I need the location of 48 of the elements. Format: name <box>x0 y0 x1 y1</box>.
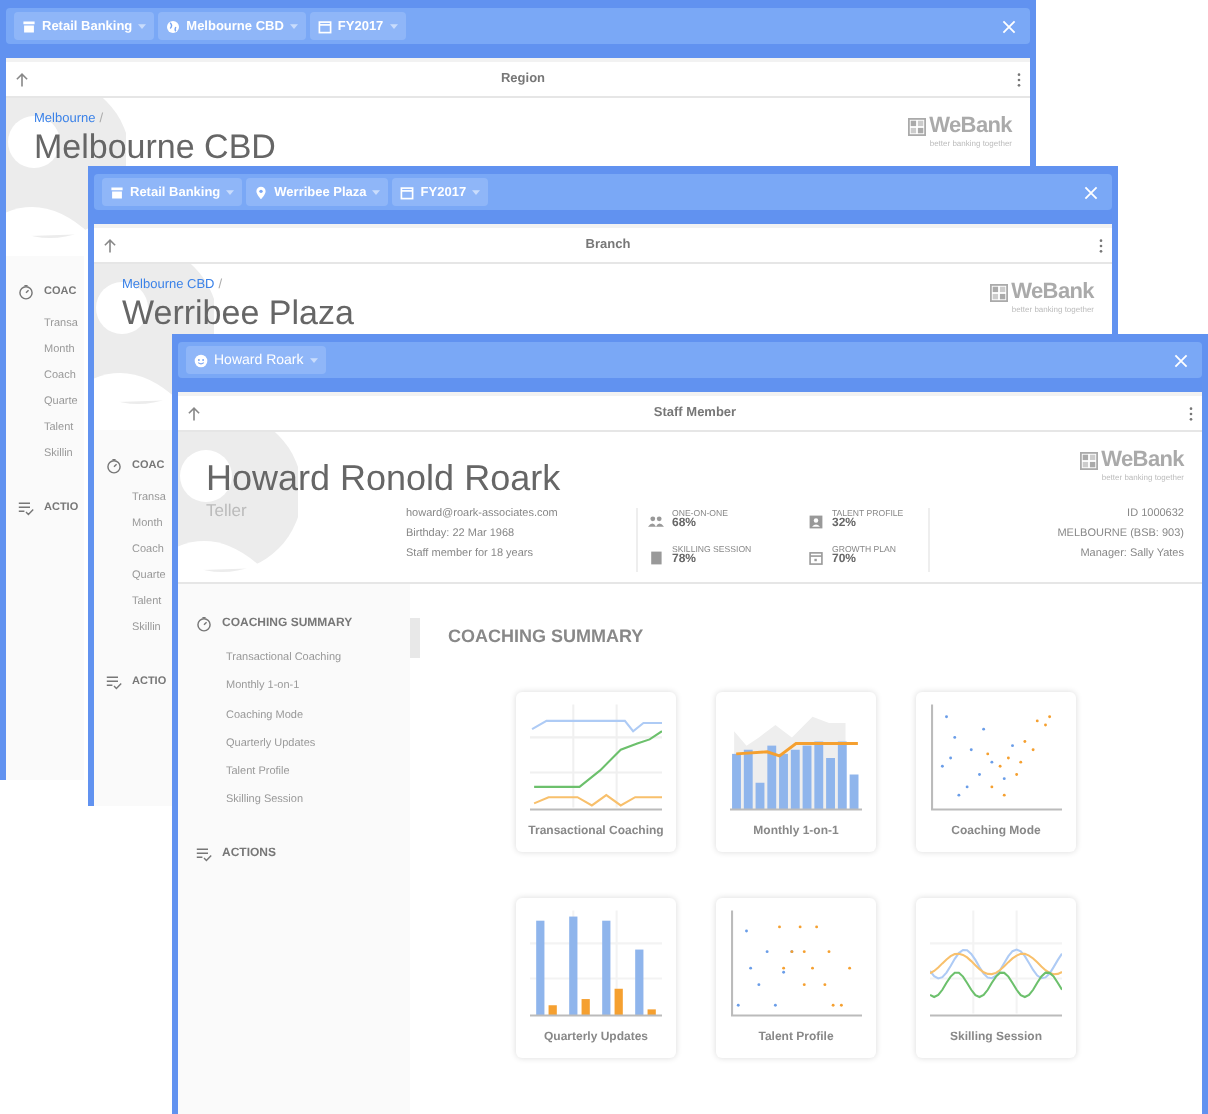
up-arrow-icon[interactable] <box>14 71 30 87</box>
page-title: Melbourne CBD <box>34 126 276 168</box>
checklist-icon <box>196 846 212 863</box>
calendar-icon <box>317 19 332 33</box>
up-arrow-icon[interactable] <box>186 405 202 421</box>
store-icon <box>110 185 124 199</box>
people-icon <box>648 514 664 530</box>
book-icon <box>648 549 664 565</box>
store-icon <box>22 19 36 33</box>
close-icon[interactable] <box>1174 353 1188 367</box>
timer-icon <box>106 458 122 474</box>
face-icon <box>194 353 208 367</box>
globe-icon <box>166 19 181 33</box>
caret-icon <box>289 23 298 29</box>
dot-plot-drawing <box>730 910 862 1018</box>
logo-text: WeBank <box>1101 448 1184 472</box>
calendar-icon <box>808 549 824 565</box>
wave-chart-drawing <box>930 910 1062 1018</box>
section-heading: COACHING SUMMARY <box>448 626 646 646</box>
timer-icon <box>18 284 34 300</box>
close-icon[interactable] <box>1084 185 1098 199</box>
line-chart-drawing <box>530 704 662 812</box>
logo-icon <box>989 283 1008 301</box>
checklist-icon <box>106 674 122 690</box>
caret-icon <box>372 189 381 195</box>
caret-icon <box>138 23 147 29</box>
page-title: Howard Ronold Roark <box>206 456 561 500</box>
logo-text: WeBank <box>929 114 1012 138</box>
up-arrow-icon[interactable] <box>102 237 118 253</box>
logo-icon <box>907 117 926 135</box>
caret-icon <box>389 23 398 29</box>
page-title: Werribee Plaza <box>122 292 354 334</box>
pin-icon <box>254 185 269 199</box>
caret-icon <box>309 357 318 363</box>
close-icon[interactable] <box>1002 19 1016 33</box>
more-icon[interactable] <box>1098 237 1104 253</box>
calendar-icon <box>400 185 415 199</box>
bar-chart-drawing <box>530 910 662 1018</box>
id-badge-icon <box>808 514 824 530</box>
caret-icon <box>226 189 235 195</box>
caret-icon <box>472 189 481 195</box>
timer-icon <box>196 616 212 632</box>
more-icon[interactable] <box>1016 71 1022 87</box>
logo-icon <box>1079 451 1098 469</box>
logo-text: WeBank <box>1011 280 1094 304</box>
more-icon[interactable] <box>1188 405 1194 421</box>
checklist-icon <box>18 500 34 516</box>
scatter-plot-drawing <box>930 704 1062 812</box>
